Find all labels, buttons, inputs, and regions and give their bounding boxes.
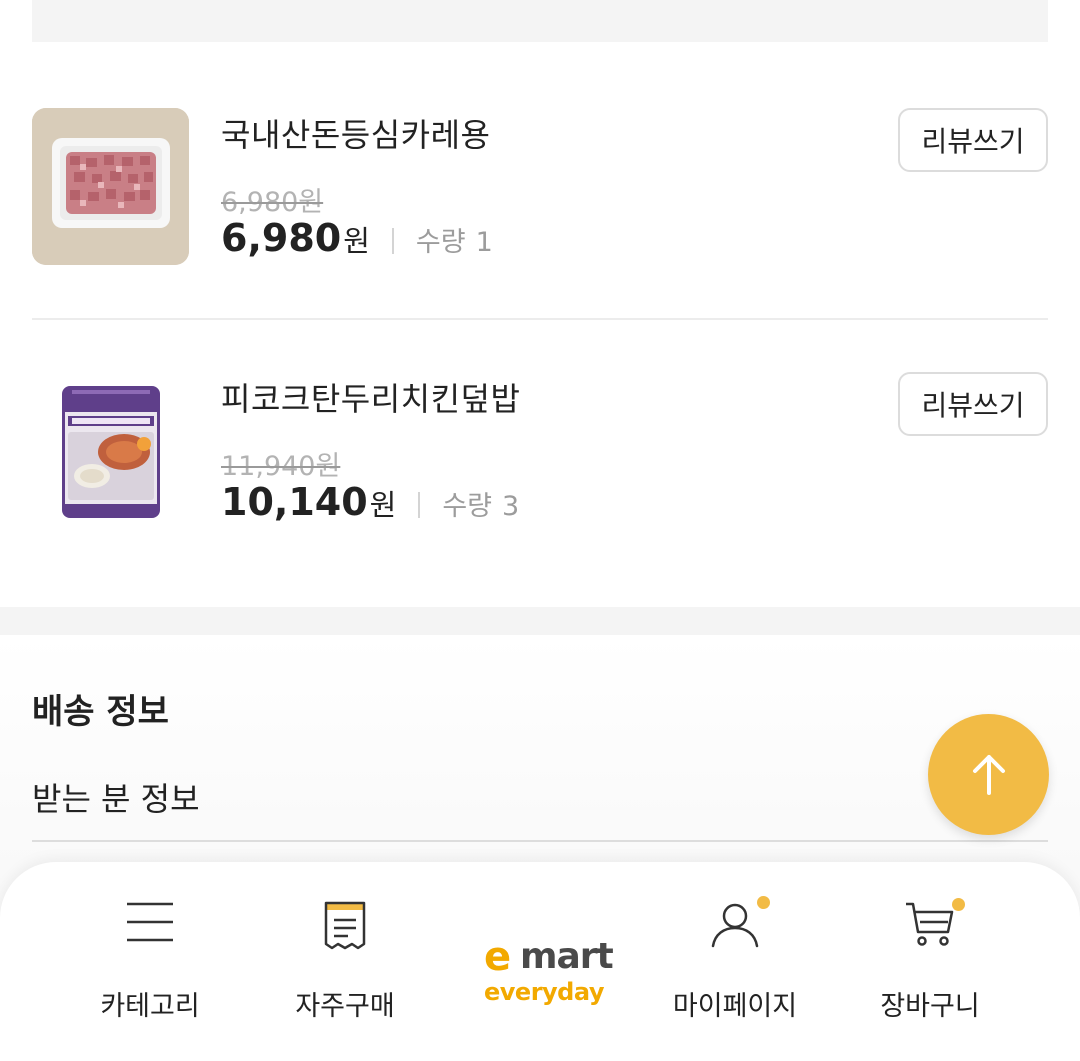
product-name[interactable]: 국내산돈등심카레용 [221, 110, 490, 156]
nav-label: 카테고리 [100, 991, 200, 1022]
cart-icon [906, 902, 954, 946]
emart-everyday-logo[interactable]: e mart everyday [470, 934, 614, 1014]
quantity-label: 수량 [415, 227, 466, 258]
quantity-label: 수량 [442, 491, 493, 522]
item-divider [32, 318, 1048, 320]
price-divider [418, 492, 421, 518]
price-row: 6,980 원 수량 1 [221, 216, 493, 266]
order-item: 피코크탄두리치킨덮밥 11,940원 10,140 원 수량 3 리뷰쓰기 [32, 372, 1048, 532]
nav-label: 자주구매 [295, 991, 395, 1022]
section-separator [0, 607, 1080, 635]
section-divider [32, 840, 1048, 842]
nav-my-page[interactable]: 마이페이지 [635, 862, 835, 1061]
product-name[interactable]: 피코크탄두리치킨덮밥 [221, 374, 520, 420]
sale-price: 6,980 [221, 216, 342, 260]
top-section-background [32, 0, 1048, 42]
write-review-button[interactable]: 리뷰쓰기 [898, 372, 1048, 436]
notification-dot [952, 898, 965, 911]
receiver-info-label[interactable]: 받는 분 정보 [32, 774, 200, 820]
price-row: 10,140 원 수량 3 [221, 480, 519, 530]
quantity-value: 3 [502, 491, 520, 522]
notification-dot [757, 896, 770, 909]
original-price: 11,940원 [221, 451, 341, 482]
nav-frequent-purchase[interactable]: 자주구매 [245, 862, 445, 1061]
order-item: 국내산돈등심카레용 6,980원 6,980 원 수량 1 리뷰쓰기 [32, 108, 1048, 268]
nav-label: 마이페이지 [672, 991, 798, 1022]
price-divider [391, 228, 394, 254]
menu-icon [127, 902, 173, 942]
bottom-navigation: 카테고리 자주구매 e mart everyday 마이페이지 장바구니 [0, 862, 1080, 1061]
nav-category[interactable]: 카테고리 [50, 862, 250, 1061]
product-image-tandoori[interactable] [32, 372, 189, 529]
write-review-button[interactable]: 리뷰쓰기 [898, 108, 1048, 172]
sale-price: 10,140 [221, 480, 368, 524]
nav-label: 장바구니 [880, 991, 980, 1022]
logo-top-text: mart [520, 936, 614, 977]
delivery-info-title: 배송 정보 [32, 692, 169, 732]
currency-unit: 원 [369, 488, 397, 522]
product-image-pork[interactable] [32, 108, 189, 265]
original-price: 6,980원 [221, 187, 324, 218]
user-icon [711, 903, 759, 948]
scroll-to-top-button[interactable] [928, 714, 1049, 835]
nav-cart[interactable]: 장바구니 [830, 862, 1030, 1061]
logo-accent: e [484, 934, 512, 980]
currency-unit: 원 [343, 224, 370, 258]
arrow-up-icon [972, 754, 1005, 795]
quantity-value: 1 [475, 227, 493, 258]
receipt-icon [324, 901, 366, 950]
logo-bottom-text: everyday [484, 978, 604, 1006]
